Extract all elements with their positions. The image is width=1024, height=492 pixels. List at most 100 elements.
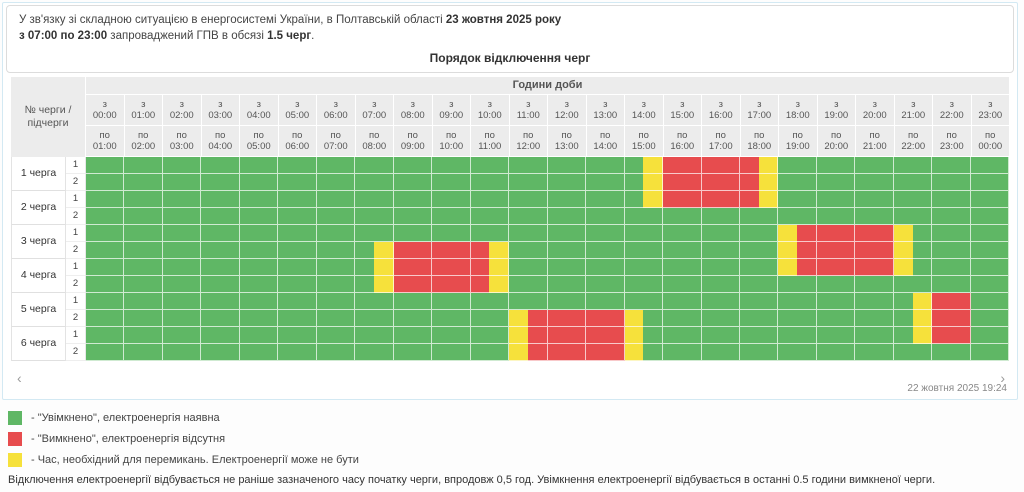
schedule-slot [720, 310, 740, 327]
schedule-slot [643, 327, 663, 344]
subqueue-row: 2 [66, 174, 1009, 191]
schedule-slot [855, 276, 874, 293]
hour-from-value: 04:00 [240, 110, 278, 121]
schedule-slot [855, 225, 874, 242]
schedule-slot [797, 310, 817, 327]
hour-header-to-cell: по04:00 [202, 126, 241, 157]
schedule-slot [990, 293, 1010, 310]
schedule-slot [374, 174, 394, 191]
schedule-slot [778, 327, 797, 344]
schedule-slot [432, 293, 451, 310]
schedule-slot [836, 174, 856, 191]
subqueue-row: 2 [66, 310, 1009, 327]
schedule-slot [451, 344, 471, 361]
hour-from-prefix: з [202, 99, 240, 110]
schedule-slot [836, 157, 856, 174]
schedule-slot [990, 276, 1010, 293]
schedule-slot [528, 157, 548, 174]
hour-header-to-cell: по19:00 [779, 126, 818, 157]
schedule-slot [778, 259, 797, 276]
schedule-slot [797, 174, 817, 191]
schedule-slot [528, 327, 548, 344]
schedule-slot [548, 242, 567, 259]
schedule-slot [374, 208, 394, 225]
subqueue-label: 2 [66, 276, 86, 293]
schedule-slot [259, 174, 279, 191]
subqueue-label: 1 [66, 293, 86, 310]
schedule-slot [105, 276, 125, 293]
schedule-slot [182, 208, 202, 225]
hour-to-prefix: по [279, 130, 317, 141]
schedule-slot [528, 191, 548, 208]
schedule-slot [355, 242, 374, 259]
schedule-slot [528, 242, 548, 259]
queue-label: 2 черга [11, 191, 66, 225]
notice-line-1: У зв'язку зі складною ситуацією в енерго… [19, 13, 1001, 29]
schedule-slot [259, 293, 279, 310]
schedule-slot [625, 259, 644, 276]
schedule-slot [702, 242, 721, 259]
hour-header-to-cell: по20:00 [818, 126, 857, 157]
schedule-slot [124, 208, 143, 225]
hour-from-prefix: з [587, 99, 625, 110]
schedule-slot [336, 344, 356, 361]
schedule-slot [471, 259, 490, 276]
schedule-slot [605, 191, 625, 208]
schedule-slot [682, 157, 702, 174]
schedule-slot [105, 259, 125, 276]
schedule-slot [932, 327, 951, 344]
hour-from-value: 01:00 [125, 110, 163, 121]
subqueue-row: 1 [66, 259, 1009, 276]
hour-from-value: 20:00 [856, 110, 894, 121]
prev-arrow[interactable]: ‹ [17, 371, 22, 385]
queue-row: 6 черга12 [11, 327, 1009, 361]
hour-to-value: 08:00 [356, 141, 394, 152]
schedule-slot [913, 293, 933, 310]
legend-item: - Час, необхідний для перемикань. Електр… [8, 453, 1024, 467]
hour-to-prefix: по [86, 130, 124, 141]
hour-header-to-cell: по13:00 [548, 126, 587, 157]
hour-to-prefix: по [202, 130, 240, 141]
schedule-slot [201, 276, 220, 293]
schedule-slot [220, 293, 240, 310]
schedule-slot [643, 259, 663, 276]
schedule-slot [759, 310, 779, 327]
schedule-slot [509, 327, 528, 344]
subqueue-schedule-row [86, 293, 1009, 310]
schedule-slot [625, 174, 644, 191]
schedule-slot [720, 157, 740, 174]
schedule-slot [932, 191, 951, 208]
hour-from-prefix: з [317, 99, 355, 110]
schedule-slot [817, 327, 836, 344]
schedule-slot [220, 310, 240, 327]
schedule-table: № черги / підчерги Години доби з00:00з01… [11, 77, 1009, 361]
schedule-slot [278, 157, 297, 174]
hour-header-to-cell: по15:00 [625, 126, 664, 157]
schedule-slot [817, 242, 836, 259]
hour-header-from-cell: з22:00 [933, 95, 972, 126]
schedule-slot [874, 242, 894, 259]
schedule-slot [412, 344, 432, 361]
schedule-slot [702, 157, 721, 174]
schedule-slot [489, 259, 509, 276]
schedule-slot [778, 276, 797, 293]
schedule-slot [220, 191, 240, 208]
schedule-slot [432, 276, 451, 293]
hour-header-to-cell: по14:00 [587, 126, 626, 157]
schedule-slot [702, 259, 721, 276]
schedule-slot [643, 157, 663, 174]
schedule-slot [509, 191, 528, 208]
schedule-slot [317, 344, 336, 361]
schedule-slot [874, 157, 894, 174]
schedule-slot [86, 344, 105, 361]
schedule-slot [528, 225, 548, 242]
notice-date: 23 жовтня 2025 року [446, 14, 561, 26]
table-title: Порядок відключення черг [19, 51, 1001, 67]
schedule-slot [836, 327, 856, 344]
schedule-slot [855, 327, 874, 344]
schedule-slot [643, 310, 663, 327]
schedule-slot [971, 276, 990, 293]
schedule-slot [797, 225, 817, 242]
hour-to-value: 21:00 [856, 141, 894, 152]
schedule-slot [105, 242, 125, 259]
